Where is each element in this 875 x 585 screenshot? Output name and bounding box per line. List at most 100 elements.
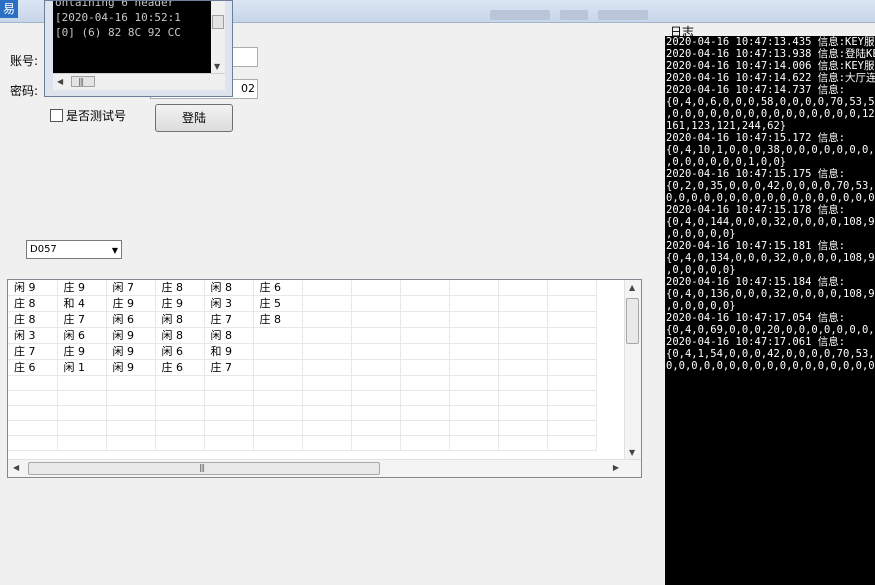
grid-cell[interactable] xyxy=(400,311,450,328)
grid-cell[interactable]: 闲 8 xyxy=(204,327,254,344)
grid-cell[interactable] xyxy=(8,375,58,391)
grid-cell[interactable]: 闲 6 xyxy=(57,327,107,344)
grid-row[interactable]: 闲 3闲 6闲 9闲 8闲 8 xyxy=(8,327,597,344)
grid-cell[interactable] xyxy=(155,435,205,451)
grid-cell[interactable] xyxy=(57,390,107,406)
grid-cell[interactable] xyxy=(253,375,303,391)
grid-cell[interactable]: 和 9 xyxy=(204,343,254,360)
grid-cell[interactable] xyxy=(253,390,303,406)
grid-cell[interactable] xyxy=(449,420,499,436)
grid-cell[interactable] xyxy=(547,435,597,451)
grid-cell[interactable]: 庄 7 xyxy=(204,359,254,376)
grid-row[interactable] xyxy=(8,435,597,451)
grid-cell[interactable]: 庄 6 xyxy=(253,280,303,296)
grid-cell[interactable]: 庄 5 xyxy=(253,295,303,312)
grid-cell[interactable] xyxy=(351,311,401,328)
grid-cell[interactable]: 闲 6 xyxy=(155,343,205,360)
grid-cell[interactable] xyxy=(302,359,352,376)
grid-cell[interactable] xyxy=(204,405,254,421)
grid-cell[interactable] xyxy=(106,420,156,436)
grid-cell[interactable]: 庄 7 xyxy=(8,343,58,360)
grid-cell[interactable] xyxy=(155,390,205,406)
grid-cell[interactable] xyxy=(302,295,352,312)
grid-cell[interactable]: 闲 8 xyxy=(155,327,205,344)
grid-cell[interactable]: 闲 1 xyxy=(57,359,107,376)
grid-cell[interactable] xyxy=(302,343,352,360)
grid-cell[interactable]: 闲 8 xyxy=(204,280,254,296)
grid-cell[interactable] xyxy=(547,280,597,296)
grid-cell[interactable] xyxy=(400,405,450,421)
test-account-checkbox[interactable] xyxy=(50,109,63,122)
grid-cell[interactable] xyxy=(400,295,450,312)
grid-cell[interactable] xyxy=(57,405,107,421)
grid-cell[interactable]: 庄 9 xyxy=(106,295,156,312)
grid-cell[interactable] xyxy=(449,375,499,391)
grid-cell[interactable] xyxy=(302,327,352,344)
grid-cell[interactable]: 庄 9 xyxy=(155,295,205,312)
grid-row[interactable]: 庄 8和 4庄 9庄 9闲 3庄 5 xyxy=(8,295,597,312)
grid-horizontal-scroll-thumb[interactable]: ||| xyxy=(28,462,380,475)
grid-cell[interactable] xyxy=(498,405,548,421)
grid-cell[interactable] xyxy=(498,359,548,376)
grid-cell[interactable] xyxy=(302,435,352,451)
grid-cell[interactable] xyxy=(302,420,352,436)
grid-cell[interactable]: 闲 9 xyxy=(8,280,58,296)
grid-cell[interactable]: 闲 7 xyxy=(106,280,156,296)
grid-cell[interactable] xyxy=(204,435,254,451)
grid-cell[interactable] xyxy=(302,280,352,296)
grid-cell[interactable] xyxy=(302,311,352,328)
grid-cell[interactable] xyxy=(547,420,597,436)
grid-cell[interactable] xyxy=(253,343,303,360)
grid-cell[interactable] xyxy=(351,435,401,451)
grid-cell[interactable]: 庄 9 xyxy=(57,280,107,296)
grid-cell[interactable] xyxy=(547,390,597,406)
grid-cell[interactable] xyxy=(400,435,450,451)
grid-cell[interactable]: 闲 6 xyxy=(106,311,156,328)
console-vertical-scroll-thumb[interactable] xyxy=(212,15,224,29)
grid-cell[interactable] xyxy=(498,390,548,406)
grid-cell[interactable] xyxy=(498,375,548,391)
log-panel[interactable]: 2020-04-16 10:47:13.435 信息:KEY服务 2020-04-… xyxy=(665,36,875,585)
grid-cell[interactable] xyxy=(351,359,401,376)
grid-cell[interactable] xyxy=(400,390,450,406)
grid-cell[interactable] xyxy=(204,375,254,391)
grid-cell[interactable]: 闲 8 xyxy=(155,311,205,328)
grid-cell[interactable] xyxy=(449,295,499,312)
grid-cell[interactable] xyxy=(106,405,156,421)
grid-vertical-scroll-thumb[interactable] xyxy=(626,298,639,344)
grid-cell[interactable] xyxy=(547,375,597,391)
grid-cell[interactable] xyxy=(498,311,548,328)
grid-cell[interactable]: 闲 3 xyxy=(204,295,254,312)
grid-cell[interactable]: 闲 3 xyxy=(8,327,58,344)
grid-cell[interactable] xyxy=(400,420,450,436)
grid-cell[interactable]: 庄 7 xyxy=(204,311,254,328)
grid-cell[interactable] xyxy=(547,359,597,376)
grid-cell[interactable] xyxy=(400,280,450,296)
grid-cell[interactable] xyxy=(449,280,499,296)
grid-cell[interactable]: 闲 9 xyxy=(106,327,156,344)
grid-cell[interactable] xyxy=(155,420,205,436)
grid-cell[interactable] xyxy=(547,311,597,328)
grid-cell[interactable] xyxy=(449,343,499,360)
grid-cell[interactable] xyxy=(498,327,548,344)
console-horizontal-scrollbar[interactable]: ◀ ||| xyxy=(53,73,225,90)
grid-row[interactable]: 庄 8庄 7闲 6闲 8庄 7庄 8 xyxy=(8,311,597,328)
grid-cell[interactable] xyxy=(155,375,205,391)
grid-cell[interactable] xyxy=(449,390,499,406)
grid-cell[interactable] xyxy=(253,405,303,421)
grid-cell[interactable] xyxy=(449,311,499,328)
grid-cell[interactable]: 庄 7 xyxy=(57,311,107,328)
grid-row[interactable]: 庄 7庄 9闲 9闲 6和 9 xyxy=(8,343,597,360)
grid-cell[interactable]: 庄 6 xyxy=(8,359,58,376)
grid-cell[interactable] xyxy=(400,359,450,376)
grid-cell[interactable] xyxy=(106,375,156,391)
grid-cell[interactable] xyxy=(547,295,597,312)
scroll-down-icon[interactable]: ▼ xyxy=(214,62,220,71)
grid-cell[interactable] xyxy=(400,327,450,344)
grid-cell[interactable] xyxy=(498,343,548,360)
grid-row[interactable] xyxy=(8,420,597,436)
grid-cell[interactable] xyxy=(302,390,352,406)
grid-cell[interactable] xyxy=(449,359,499,376)
grid-cell[interactable] xyxy=(8,435,58,451)
grid-row[interactable] xyxy=(8,375,597,391)
